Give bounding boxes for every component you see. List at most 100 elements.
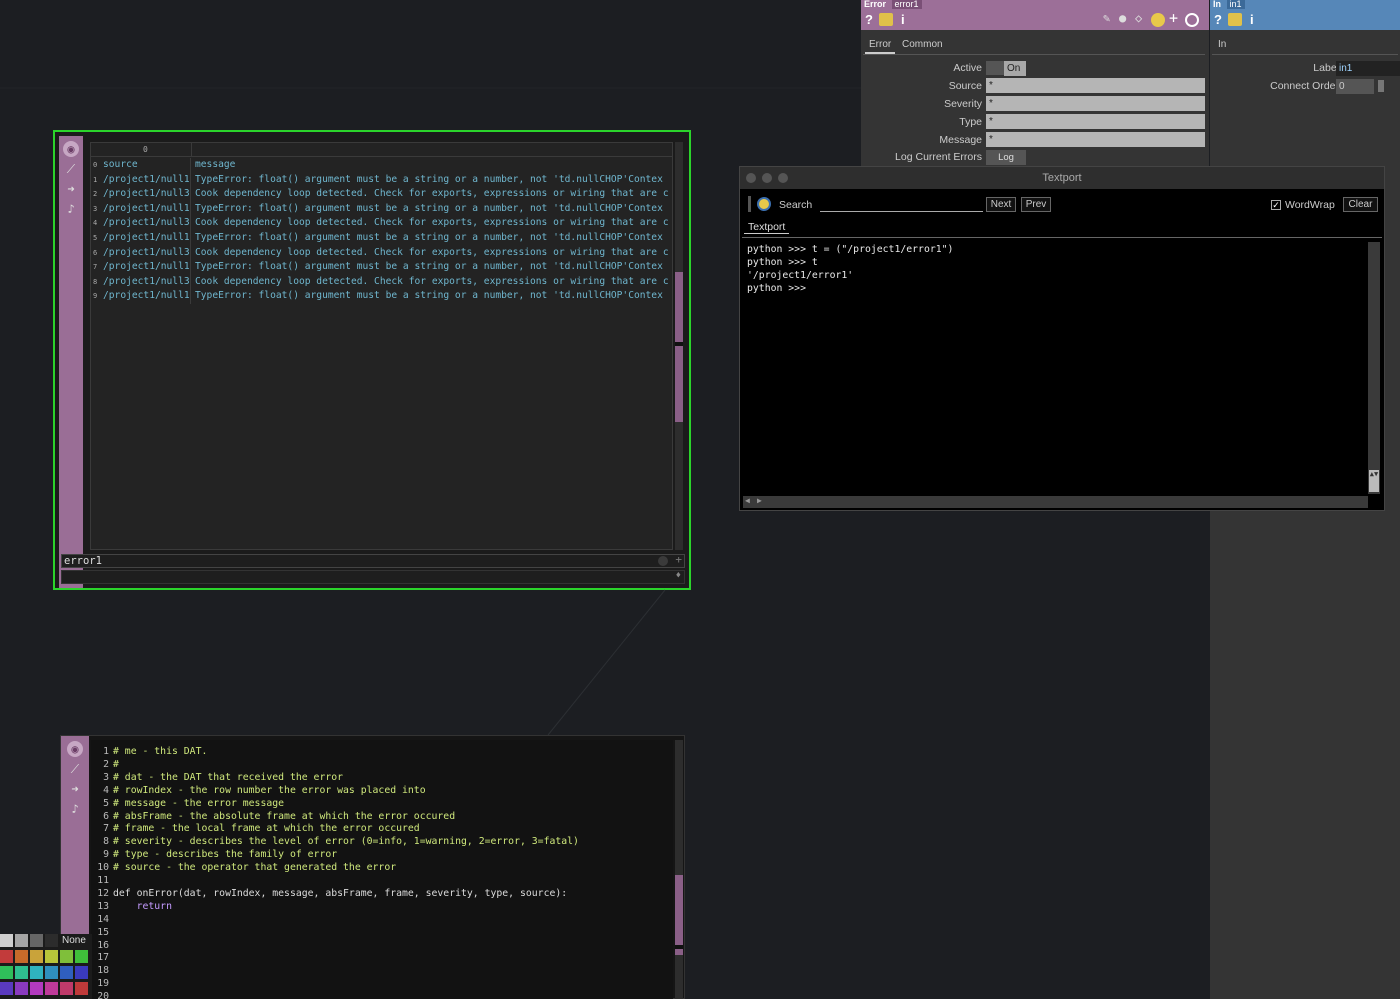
scroll-right-icon[interactable]: ▶: [757, 496, 762, 505]
color-swatch[interactable]: [60, 966, 73, 979]
code-line[interactable]: 4 # rowIndex - the row number the error w…: [91, 785, 426, 798]
color-swatch[interactable]: [60, 982, 73, 995]
log-button[interactable]: Log: [986, 150, 1026, 165]
param-connect-order: Connect Order 0: [1210, 78, 1400, 94]
message-field[interactable]: *: [986, 132, 1205, 147]
color-swatch[interactable]: [75, 950, 88, 963]
label-field[interactable]: in1: [1336, 61, 1400, 76]
minimize-icon[interactable]: [762, 173, 772, 183]
color-swatch[interactable]: [0, 950, 13, 963]
code-line[interactable]: 3 # dat - the DAT that received the error: [91, 772, 343, 785]
op-name-field[interactable]: error1: [891, 0, 922, 9]
textport-output[interactable]: python >>> t = ("/project1/error1") pytho…: [747, 244, 1367, 296]
add-icon[interactable]: +: [1169, 9, 1178, 27]
tab-in[interactable]: In: [1214, 37, 1230, 52]
color-swatch[interactable]: [75, 982, 88, 995]
tab-textport[interactable]: Textport: [744, 221, 790, 234]
tab-error[interactable]: Error: [865, 37, 896, 54]
python-help-icon[interactable]: [1228, 13, 1242, 26]
color-swatch[interactable]: [15, 950, 28, 963]
help-icon[interactable]: ?: [1214, 12, 1222, 27]
op-name-field[interactable]: in1: [1226, 0, 1245, 9]
color-swatch[interactable]: [30, 950, 43, 963]
color-swatch[interactable]: [30, 966, 43, 979]
code-line[interactable]: 6 # absFrame - the absolute frame at whic…: [91, 811, 455, 824]
search-input[interactable]: [820, 199, 983, 212]
color-swatch[interactable]: [45, 982, 58, 995]
next-button[interactable]: Next: [986, 197, 1016, 212]
code-line[interactable]: 11: [91, 875, 113, 888]
color-swatch[interactable]: [45, 950, 58, 963]
active-toggle[interactable]: On: [1004, 61, 1026, 76]
palette-none-label[interactable]: None: [62, 935, 86, 946]
code-line[interactable]: 8 # severity - describes the level of err…: [91, 836, 579, 849]
code-line[interactable]: 18: [91, 965, 113, 978]
code-editor[interactable]: 1 # me - this DAT. 2 #3 # dat - the DAT that…: [91, 740, 673, 999]
code-line[interactable]: 5 # message - the error message: [91, 798, 284, 811]
scroll-arrows-icon[interactable]: ▲▼: [1369, 470, 1379, 492]
python-icon[interactable]: [757, 197, 771, 211]
help-icon[interactable]: ?: [865, 12, 873, 27]
code-line[interactable]: 15: [91, 927, 113, 940]
color-swatch[interactable]: [45, 966, 58, 979]
code-scrollbar[interactable]: [675, 740, 683, 999]
param-label: Log Current Errors: [895, 151, 982, 163]
textport-vscroll[interactable]: ▲▼: [1368, 242, 1380, 494]
clear-button[interactable]: Clear: [1343, 197, 1378, 212]
type-field[interactable]: *: [986, 114, 1205, 129]
color-swatch[interactable]: [15, 966, 28, 979]
code-line[interactable]: 14: [91, 914, 113, 927]
arrow-right-icon[interactable]: ➜: [67, 781, 83, 797]
info-icon[interactable]: i: [901, 12, 905, 27]
python-help-icon[interactable]: [879, 13, 893, 26]
code-line[interactable]: 17: [91, 952, 113, 965]
code-line[interactable]: 7 # frame - the local frame at which the …: [91, 823, 420, 836]
python-icon[interactable]: [1151, 13, 1165, 27]
color-swatch[interactable]: [30, 982, 43, 995]
comment-icon[interactable]: ●: [1119, 11, 1126, 25]
line-number: 6: [103, 810, 109, 822]
severity-field[interactable]: *: [986, 96, 1205, 111]
code-line[interactable]: 2 #: [91, 759, 119, 772]
target-icon[interactable]: [1185, 13, 1199, 27]
color-swatch[interactable]: [30, 934, 43, 947]
code-line[interactable]: 1 # me - this DAT.: [91, 746, 207, 759]
viewer-toggle-icon[interactable]: ◉: [67, 741, 83, 757]
info-icon[interactable]: i: [1250, 12, 1254, 27]
color-swatch[interactable]: [0, 982, 13, 995]
connect-order-field[interactable]: 0: [1336, 79, 1374, 94]
color-swatch[interactable]: [0, 966, 13, 979]
code-line[interactable]: 12 def onError(dat, rowIndex, message, ab…: [91, 888, 567, 901]
code-line[interactable]: 9 # type - describes the family of error: [91, 849, 337, 862]
callbacks-dat-node[interactable]: ◉ ⟋ ➜ ♪ 1 # me - this DAT. 2 #3 # dat - the …: [60, 735, 685, 999]
slider-handle[interactable]: [1378, 80, 1384, 92]
prev-button[interactable]: Prev: [1021, 197, 1051, 212]
textport-hscroll[interactable]: ◀ ▶: [743, 496, 1368, 508]
code-line[interactable]: 10 # source - the operator that generated…: [91, 862, 396, 875]
pencil-icon[interactable]: ✎: [1103, 11, 1110, 25]
wordwrap-checkbox[interactable]: ✓: [1271, 200, 1281, 210]
color-swatch[interactable]: [75, 966, 88, 979]
code-line[interactable]: 16: [91, 940, 113, 953]
close-icon[interactable]: [746, 173, 756, 183]
scroll-left-icon[interactable]: ◀: [745, 496, 750, 505]
color-swatch[interactable]: [15, 934, 28, 947]
code-line[interactable]: 20: [91, 991, 113, 999]
code-line[interactable]: 13 return: [91, 901, 172, 914]
window-titlebar[interactable]: Textport: [740, 167, 1384, 189]
code-line[interactable]: 19: [91, 978, 113, 991]
color-swatch[interactable]: [60, 950, 73, 963]
eraser-icon[interactable]: ◇: [1135, 11, 1142, 25]
scrollbar-thumb[interactable]: [675, 875, 683, 955]
tab-common[interactable]: Common: [898, 37, 947, 52]
toggle-off-side[interactable]: [986, 61, 1004, 75]
bypass-icon[interactable]: ⟋: [67, 761, 83, 777]
color-swatch[interactable]: [0, 934, 13, 947]
source-field[interactable]: *: [986, 78, 1205, 93]
output-line: python >>> t: [747, 256, 818, 268]
python-icon[interactable]: ♪: [67, 801, 83, 817]
color-swatch[interactable]: [15, 982, 28, 995]
param-message: Message *: [861, 132, 1209, 148]
maximize-icon[interactable]: [778, 173, 788, 183]
color-swatch[interactable]: [45, 934, 58, 947]
